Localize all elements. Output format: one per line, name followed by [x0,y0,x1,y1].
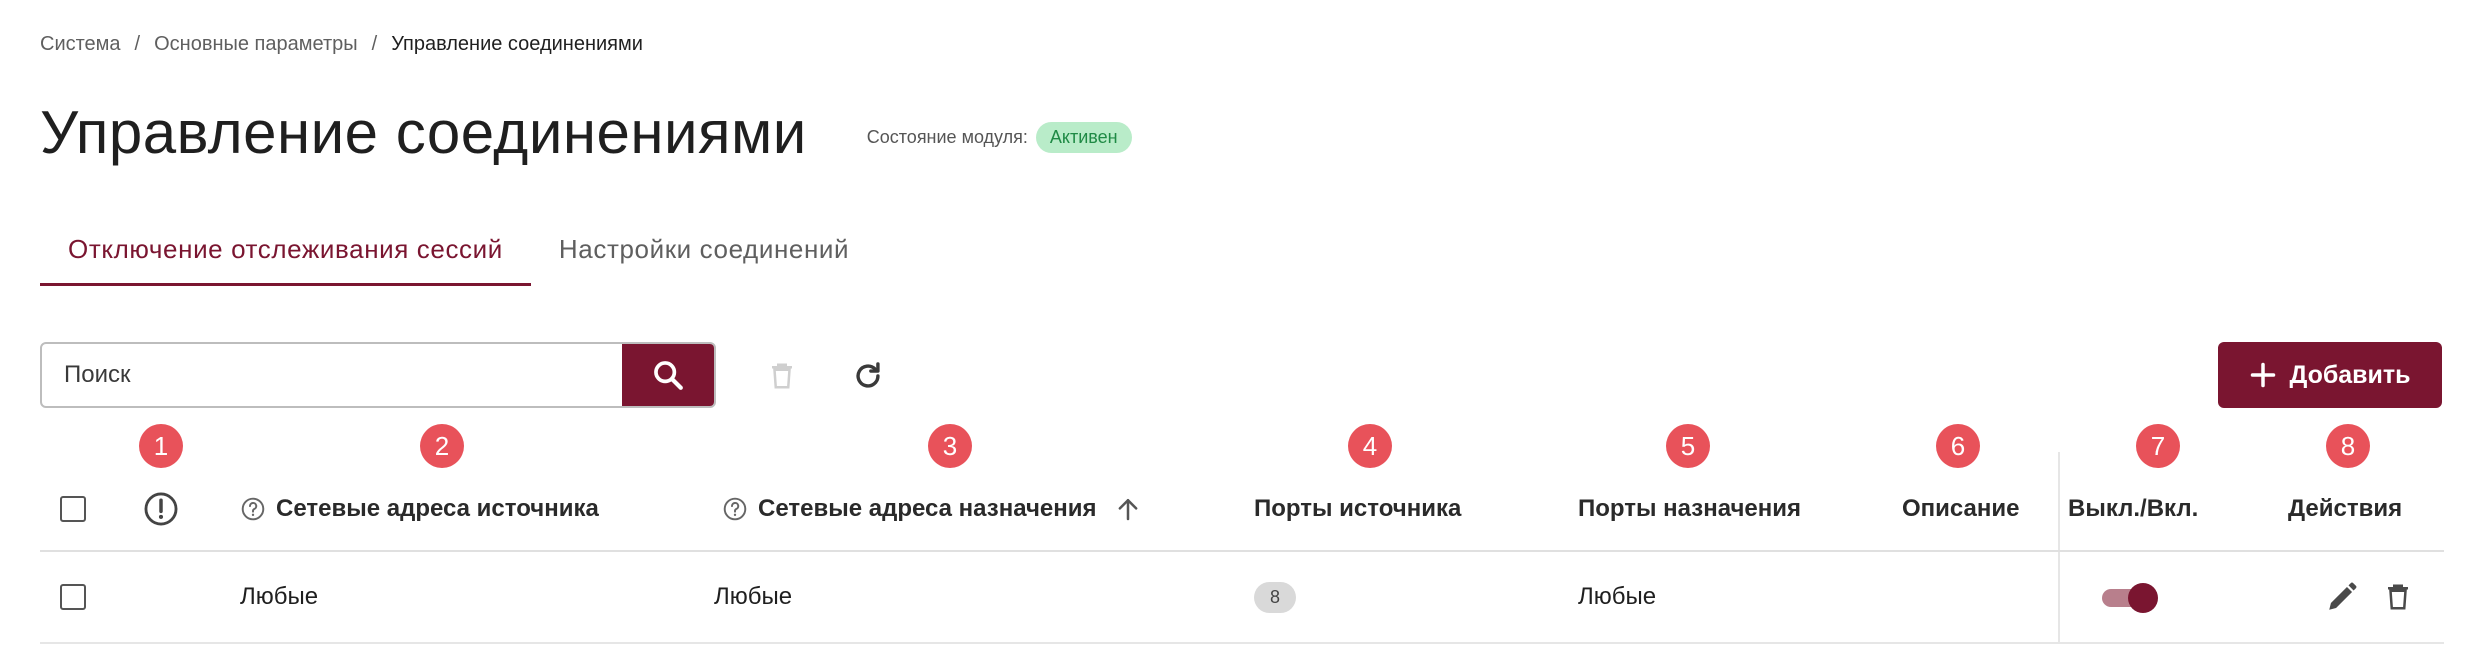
breadcrumb-separator: / [371,32,378,55]
plus-icon [2251,362,2276,388]
cell-toggle [2102,552,2158,642]
cell-actions [2322,552,2418,642]
header-dest-addresses[interactable]: Сетевые адреса назначения [722,468,1143,550]
sort-ascending-icon[interactable] [1113,494,1143,524]
row-checkbox[interactable] [60,584,86,610]
source-ports-count-badge[interactable]: 8 [1254,581,1297,613]
header-actions-label: Действия [2288,495,2403,522]
marker-8: 8 [2326,424,2370,468]
header-toggle: Выкл./Вкл. [2068,468,2198,550]
row-checkbox-cell [60,552,86,642]
marker-6: 6 [1936,424,1980,468]
header-description[interactable]: Описание [1902,468,2020,550]
delete-row-button[interactable] [2378,577,2418,617]
module-status-label: Состояние модуля: [866,126,1028,147]
header-source-ports-label: Порты источника [1254,495,1462,522]
pencil-icon [2329,582,2357,610]
header-source-ports[interactable]: Порты источника [1254,468,1461,550]
search-button[interactable] [622,344,714,406]
marker-5: 5 [1666,424,1710,468]
add-button[interactable]: Добавить [2218,342,2442,408]
toggle-thumb [2128,583,2158,613]
header-actions: Действия [2288,468,2402,550]
table-row[interactable]: Любые Любые 8 Любые [40,552,2444,644]
page-title: Управление соединениями [40,98,807,166]
help-icon[interactable] [722,496,748,522]
cell-source-ports: 8 [1254,552,1297,642]
edit-button[interactable] [2322,577,2362,617]
cell-dest-ports: Любые [1578,583,1657,610]
trash-icon [2388,584,2408,610]
help-icon[interactable] [240,496,266,522]
search-icon [654,361,683,390]
enable-toggle[interactable] [2102,583,2158,613]
search-input[interactable] [42,344,622,406]
marker-7: 7 [2136,424,2180,468]
tabs: Отключение отслеживания сессий Настройки… [40,224,877,286]
header-dest-addresses-label: Сетевые адреса назначения [758,495,1097,522]
marker-2: 2 [420,424,464,468]
breadcrumb-item-main-params[interactable]: Основные параметры [154,33,358,56]
cell-source-addresses: Любые [240,583,319,610]
cell-dest-addresses: Любые [714,583,793,610]
trash-icon [772,363,792,389]
breadcrumb-item-current: Управление соединениями [391,32,643,55]
tab-session-tracking[interactable]: Отключение отслеживания сессий [40,224,531,286]
header-dest-ports[interactable]: Порты назначения [1578,468,1801,550]
title-row: Управление соединениями Состояние модуля… [40,96,1132,168]
header-description-label: Описание [1902,495,2020,522]
select-all-checkbox[interactable] [60,496,86,522]
refresh-button[interactable] [848,356,888,396]
warning-icon [144,492,178,526]
page: Система / Основные параметры / Управлени… [0,0,2474,646]
module-status: Состояние модуля: Активен [866,121,1132,153]
header-checkbox-cell [60,468,86,550]
rules-table: Сетевые адреса источника Сетевые адреса … [40,452,2444,644]
marker-4: 4 [1348,424,1392,468]
refresh-icon [856,362,880,388]
marker-3: 3 [928,424,972,468]
header-dest-ports-label: Порты назначения [1578,495,1802,522]
header-toggle-label: Выкл./Вкл. [2068,495,2199,522]
header-source-addresses-label: Сетевые адреса источника [276,495,599,522]
status-badge: Активен [1035,121,1132,153]
header-source-addresses[interactable]: Сетевые адреса источника [240,468,599,550]
breadcrumb: Система / Основные параметры / Управлени… [40,30,643,58]
add-button-label: Добавить [2289,360,2411,389]
search-box [40,342,716,408]
breadcrumb-separator: / [134,32,141,55]
breadcrumb-item-system[interactable]: Система [40,33,121,56]
header-warning-cell [142,468,180,550]
marker-1: 1 [139,424,183,468]
delete-selected-button[interactable] [762,356,802,396]
tab-connection-settings[interactable]: Настройки соединений [531,224,877,286]
table-header: Сетевые адреса источника Сетевые адреса … [40,468,2444,552]
